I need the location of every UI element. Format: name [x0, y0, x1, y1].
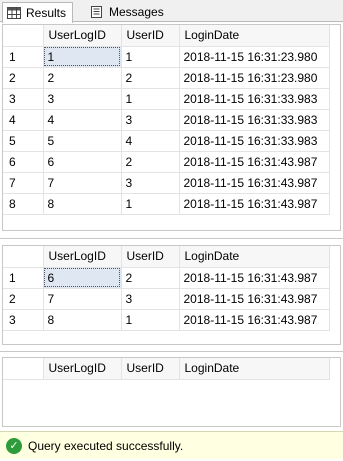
table-cell[interactable]: 3 — [43, 88, 122, 110]
table-cell[interactable]: 2018-11-15 16:31:43.987 — [179, 151, 330, 173]
tab-results-label: Results — [26, 6, 67, 20]
table-cell[interactable]: 2018-11-15 16:31:33.983 — [179, 109, 330, 131]
grid-splitter[interactable] — [0, 351, 343, 352]
table-cell[interactable]: 2 — [43, 67, 122, 89]
row-number-header[interactable] — [3, 246, 44, 268]
table-cell[interactable]: 1 — [121, 193, 180, 215]
table-header-row: UserLogID UserID LoginDate — [3, 25, 330, 47]
table-cell[interactable]: 5 — [43, 130, 122, 152]
result-grid-3[interactable]: UserLogID UserID LoginDate — [2, 357, 341, 427]
row-number[interactable]: 2 — [3, 67, 44, 89]
table-cell[interactable]: 1 — [43, 46, 122, 68]
column-header-logindate[interactable]: LoginDate — [179, 246, 330, 268]
column-header-userid[interactable]: UserID — [121, 246, 180, 268]
row-number[interactable]: 4 — [3, 109, 44, 131]
table-cell[interactable]: 2 — [121, 151, 180, 173]
grid-icon — [7, 7, 21, 19]
table-row[interactable]: 1 1 1 2018-11-15 16:31:23.980 — [3, 46, 330, 68]
table-cell[interactable]: 2018-11-15 16:31:43.987 — [179, 267, 330, 289]
table-cell[interactable]: 2018-11-15 16:31:23.980 — [179, 67, 330, 89]
table-header-row: UserLogID UserID LoginDate — [3, 246, 330, 268]
table-cell[interactable]: 4 — [121, 130, 180, 152]
tab-results[interactable]: Results — [2, 2, 74, 23]
table-cell[interactable]: 1 — [121, 46, 180, 68]
column-header-userlogid[interactable]: UserLogID — [43, 358, 122, 380]
table-cell[interactable]: 3 — [121, 172, 180, 194]
row-number[interactable]: 1 — [3, 267, 44, 289]
table-cell[interactable]: 3 — [121, 288, 180, 310]
row-number[interactable]: 7 — [3, 172, 44, 194]
status-bar: ✓ Query executed successfully. — [0, 431, 343, 459]
table-cell[interactable]: 6 — [43, 267, 122, 289]
table-row[interactable]: 1 6 2 2018-11-15 16:31:43.987 — [3, 267, 330, 289]
column-header-userid[interactable]: UserID — [121, 25, 180, 47]
table-cell[interactable]: 6 — [43, 151, 122, 173]
table-cell[interactable]: 2018-11-15 16:31:33.983 — [179, 88, 330, 110]
row-number[interactable]: 5 — [3, 130, 44, 152]
table-cell[interactable]: 8 — [43, 193, 122, 215]
table-cell[interactable]: 2 — [121, 267, 180, 289]
row-number[interactable]: 1 — [3, 46, 44, 68]
table-cell[interactable]: 7 — [43, 288, 122, 310]
table-cell[interactable]: 4 — [43, 109, 122, 131]
messages-icon — [90, 6, 104, 18]
row-number-header[interactable] — [3, 358, 44, 380]
table-cell[interactable]: 2 — [121, 67, 180, 89]
column-header-userid[interactable]: UserID — [121, 358, 180, 380]
column-header-logindate[interactable]: LoginDate — [179, 25, 330, 47]
table-row[interactable]: 2 2 2 2018-11-15 16:31:23.980 — [3, 67, 330, 89]
result-table-2: UserLogID UserID LoginDate 1 6 2 2018-11… — [3, 246, 330, 331]
result-grid-2[interactable]: UserLogID UserID LoginDate 1 6 2 2018-11… — [2, 245, 341, 345]
row-number[interactable]: 8 — [3, 193, 44, 215]
table-row[interactable]: 3 3 1 2018-11-15 16:31:33.983 — [3, 88, 330, 110]
table-row[interactable]: 6 6 2 2018-11-15 16:31:43.987 — [3, 151, 330, 173]
results-tab-bar: Results Messages — [0, 0, 343, 23]
row-number[interactable]: 6 — [3, 151, 44, 173]
table-cell[interactable]: 1 — [121, 309, 180, 331]
checkmark-icon: ✓ — [6, 437, 22, 454]
table-row[interactable]: 3 8 1 2018-11-15 16:31:43.987 — [3, 309, 330, 331]
row-number[interactable]: 3 — [3, 309, 44, 331]
table-cell[interactable]: 2018-11-15 16:31:43.987 — [179, 288, 330, 310]
table-cell[interactable]: 2018-11-15 16:31:33.983 — [179, 130, 330, 152]
row-number[interactable]: 2 — [3, 288, 44, 310]
table-row[interactable]: 8 8 1 2018-11-15 16:31:43.987 — [3, 193, 330, 215]
row-number-header[interactable] — [3, 25, 44, 47]
table-header-row: UserLogID UserID LoginDate — [3, 358, 330, 380]
table-cell[interactable]: 2018-11-15 16:31:23.980 — [179, 46, 330, 68]
status-text: Query executed successfully. — [28, 438, 184, 453]
column-header-logindate[interactable]: LoginDate — [179, 358, 330, 380]
table-row[interactable]: 4 4 3 2018-11-15 16:31:33.983 — [3, 109, 330, 131]
table-row[interactable]: 2 7 3 2018-11-15 16:31:43.987 — [3, 288, 330, 310]
result-table-3: UserLogID UserID LoginDate — [3, 358, 330, 380]
result-table-1: UserLogID UserID LoginDate 1 1 1 2018-11… — [3, 25, 330, 215]
table-cell[interactable]: 2018-11-15 16:31:43.987 — [179, 193, 330, 215]
table-cell[interactable]: 3 — [121, 109, 180, 131]
table-cell[interactable]: 2018-11-15 16:31:43.987 — [179, 309, 330, 331]
table-row[interactable]: 5 5 4 2018-11-15 16:31:33.983 — [3, 130, 330, 152]
table-cell[interactable]: 1 — [121, 88, 180, 110]
table-cell[interactable]: 7 — [43, 172, 122, 194]
tab-messages[interactable]: Messages — [86, 2, 170, 22]
tab-messages-label: Messages — [109, 5, 164, 19]
table-cell[interactable]: 2018-11-15 16:31:43.987 — [179, 172, 330, 194]
column-header-userlogid[interactable]: UserLogID — [43, 246, 122, 268]
table-row[interactable]: 7 7 3 2018-11-15 16:31:43.987 — [3, 172, 330, 194]
row-number[interactable]: 3 — [3, 88, 44, 110]
result-grid-1[interactable]: UserLogID UserID LoginDate 1 1 1 2018-11… — [2, 24, 341, 231]
grid-splitter[interactable] — [0, 238, 343, 239]
column-header-userlogid[interactable]: UserLogID — [43, 25, 122, 47]
table-cell[interactable]: 8 — [43, 309, 122, 331]
